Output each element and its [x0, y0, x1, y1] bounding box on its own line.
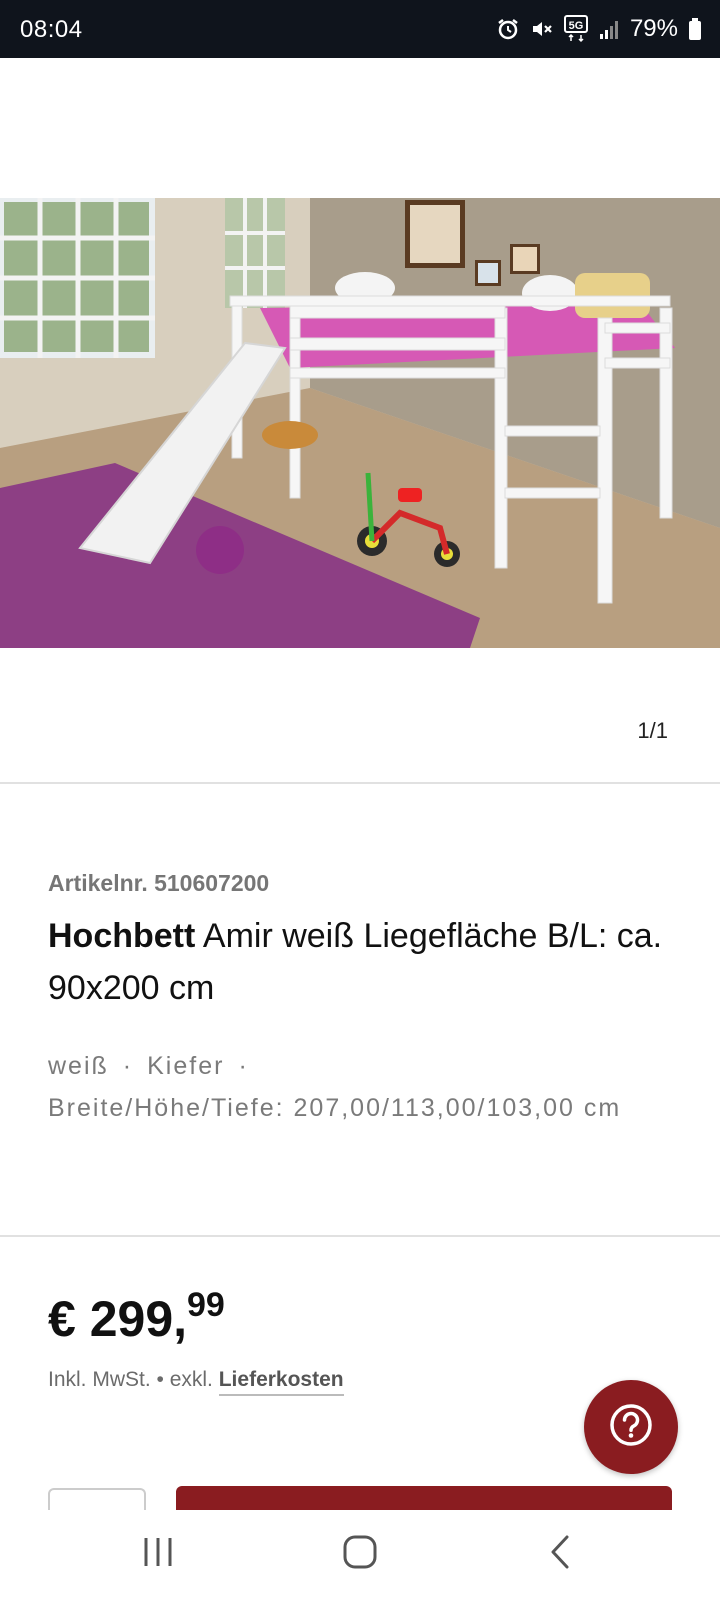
loft-bed-illustration — [0, 198, 720, 648]
alarm-icon — [496, 17, 520, 41]
attr-material: Kiefer — [147, 1052, 225, 1080]
product-attributes: weiß · Kiefer · Breite/Höhe/Tiefe: 207,00/1… — [48, 1045, 688, 1129]
signal-icon — [598, 18, 620, 40]
product-image[interactable] — [0, 198, 720, 648]
attr-dimensions: Breite/Höhe/Tiefe: 207,00/113,00/103,00 … — [48, 1094, 622, 1122]
battery-percent: 79% — [629, 15, 678, 42]
recent-apps-button[interactable] — [128, 1532, 188, 1576]
battery-icon — [688, 18, 702, 40]
home-button[interactable] — [330, 1532, 390, 1576]
status-time: 08:04 — [20, 16, 83, 43]
price-main: € 299, — [48, 1291, 188, 1347]
tax-info: Inkl. MwSt. • exkl. Lieferkosten — [48, 1368, 344, 1396]
system-nav-bar — [0, 1510, 720, 1600]
separator-dot: · — [122, 1052, 134, 1080]
title-bold: Hochbett — [48, 917, 196, 955]
home-icon — [341, 1533, 379, 1576]
divider — [0, 1235, 720, 1237]
status-bar: 08:04 5G 79% — [0, 0, 720, 58]
help-button[interactable] — [584, 1380, 678, 1474]
attr-color: weiß — [48, 1052, 109, 1080]
delivery-costs-link[interactable]: Lieferkosten — [218, 1368, 344, 1396]
question-icon — [608, 1402, 654, 1453]
article-number: Artikelnr. 510607200 — [48, 870, 270, 896]
5g-icon: 5G — [563, 15, 588, 43]
status-icons: 5G 79% — [496, 14, 702, 44]
svg-text:5G: 5G — [569, 20, 584, 32]
image-counter: 1/1 — [637, 718, 668, 743]
product-title: Hochbett Amir weiß Liegefläche B/L: ca. … — [48, 910, 688, 1014]
price-cents: 99 — [187, 1286, 225, 1324]
divider — [0, 782, 720, 784]
recent-apps-icon — [140, 1535, 176, 1574]
back-button[interactable] — [530, 1532, 590, 1576]
back-icon — [545, 1533, 575, 1576]
price: € 299,99 — [48, 1286, 225, 1348]
separator-dot: · — [238, 1052, 249, 1080]
tax-text: Inkl. MwSt. • exkl. — [48, 1368, 213, 1391]
mute-icon — [530, 17, 554, 41]
